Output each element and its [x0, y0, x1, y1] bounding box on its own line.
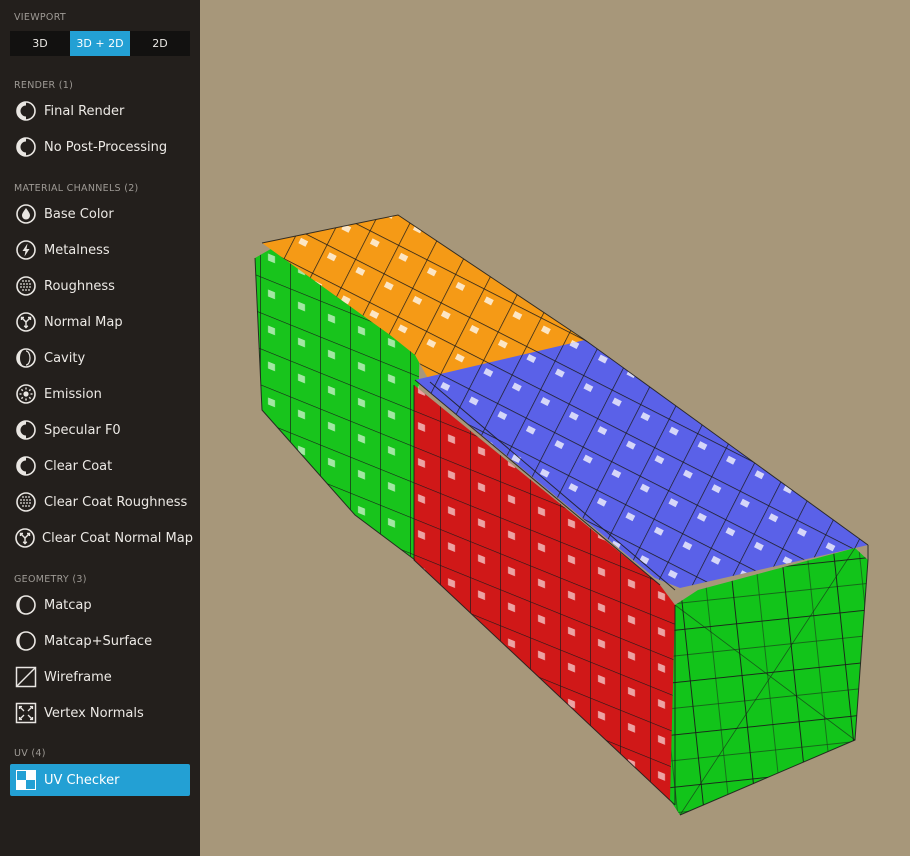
channel-metalness[interactable]: Metalness: [10, 235, 190, 265]
checker-icon: [14, 768, 38, 792]
viewport-2d-button[interactable]: 2D: [130, 31, 190, 56]
channel-base-color[interactable]: Base Color: [10, 199, 190, 229]
channel-clear-coat-normal-map-label: Clear Coat Normal Map: [42, 530, 193, 546]
channel-normal-map-label: Normal Map: [44, 314, 123, 330]
geometry-matcap-surface-label: Matcap+Surface: [44, 633, 153, 649]
render-final-render-label: Final Render: [44, 103, 125, 119]
viewport-3d-2d-button[interactable]: 3D + 2D: [70, 31, 130, 56]
channel-clear-coat-normal-map[interactable]: Clear Coat Normal Map: [10, 523, 193, 553]
channel-clear-coat[interactable]: Clear Coat: [10, 451, 190, 481]
vertex-normals-icon: [14, 701, 38, 725]
channel-metalness-label: Metalness: [44, 242, 110, 258]
geometry-section-title: GEOMETRY (3): [14, 574, 87, 585]
channel-roughness-label: Roughness: [44, 278, 115, 294]
channel-cavity[interactable]: Cavity: [10, 343, 190, 373]
half-circle-icon: [14, 418, 38, 442]
uv-checker-button[interactable]: UV Checker: [10, 764, 190, 796]
channel-emission[interactable]: Emission: [10, 379, 190, 409]
channel-emission-label: Emission: [44, 386, 102, 402]
sidebar: VIEWPORT 3D 3D + 2D 2D RENDER (1) Final …: [0, 0, 200, 856]
channel-base-color-label: Base Color: [44, 206, 114, 222]
droplet-icon: [14, 202, 38, 226]
channel-roughness[interactable]: Roughness: [10, 271, 190, 301]
uv-checker-label: UV Checker: [44, 772, 120, 788]
matcap-icon: [14, 629, 38, 653]
material-section-title: MATERIAL CHANNELS (2): [14, 183, 139, 194]
half-circle-icon: [14, 135, 38, 159]
uv-section-title: UV (4): [14, 748, 46, 759]
wireframe-icon: [14, 665, 38, 689]
channel-clear-coat-label: Clear Coat: [44, 458, 113, 474]
half-circle-icon: [14, 454, 38, 478]
geometry-matcap[interactable]: Matcap: [10, 590, 190, 620]
geometry-matcap-surface[interactable]: Matcap+Surface: [10, 626, 190, 656]
normal-arrows-icon: [14, 526, 36, 550]
render-no-post-processing[interactable]: No Post-Processing: [10, 132, 190, 162]
geometry-wireframe[interactable]: Wireframe: [10, 662, 190, 692]
viewport-3d-button[interactable]: 3D: [10, 31, 70, 56]
render-no-post-processing-label: No Post-Processing: [44, 139, 168, 155]
matcap-icon: [14, 593, 38, 617]
cavity-icon: [14, 346, 38, 370]
channel-specular-f0[interactable]: Specular F0: [10, 415, 190, 445]
geometry-vertex-normals[interactable]: Vertex Normals: [10, 698, 190, 728]
render-section-title: RENDER (1): [14, 80, 74, 91]
dotted-circle-icon: [14, 490, 38, 514]
render-final-render[interactable]: Final Render: [10, 96, 190, 126]
3d-viewport[interactable]: [200, 0, 910, 856]
dotted-circle-icon: [14, 274, 38, 298]
viewport-section-title: VIEWPORT: [14, 12, 67, 23]
channel-clear-coat-roughness[interactable]: Clear Coat Roughness: [10, 487, 190, 517]
channel-cavity-label: Cavity: [44, 350, 86, 366]
sun-icon: [14, 382, 38, 406]
geometry-vertex-normals-label: Vertex Normals: [44, 705, 144, 721]
geometry-wireframe-label: Wireframe: [44, 669, 112, 685]
half-circle-icon: [14, 99, 38, 123]
geometry-matcap-label: Matcap: [44, 597, 92, 613]
channel-specular-f0-label: Specular F0: [44, 422, 121, 438]
viewport-mode-selector: 3D 3D + 2D 2D: [10, 31, 190, 56]
channel-normal-map[interactable]: Normal Map: [10, 307, 190, 337]
lightning-icon: [14, 238, 38, 262]
normal-arrows-icon: [14, 310, 38, 334]
channel-clear-coat-roughness-label: Clear Coat Roughness: [44, 494, 188, 510]
uv-checker-box: [254, 214, 869, 816]
